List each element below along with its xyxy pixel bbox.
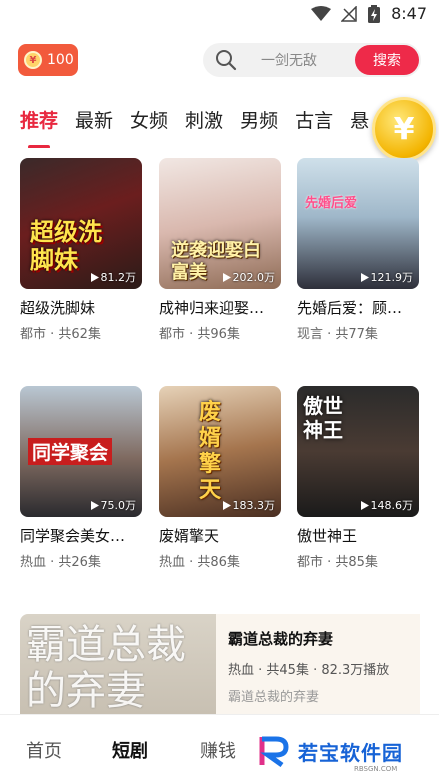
search-icon (216, 50, 237, 71)
search-input[interactable]: 一剑无敌 (261, 50, 355, 70)
drama-card[interactable]: 同学聚会 75.0万 同学聚会美女… 热血 · 共26集 (20, 386, 142, 570)
nav-home[interactable]: 首页 (26, 737, 62, 763)
play-count: 183.3万 (222, 497, 275, 513)
reward-coin-icon[interactable]: ¥ (372, 97, 436, 161)
bottom-nav: 首页 短剧 赚钱 若宝软件园 RBSGN.COM (0, 714, 439, 780)
tab-recommend[interactable]: 推荐 (20, 108, 58, 148)
play-icon (90, 500, 99, 510)
search-bar[interactable]: 一剑无敌 搜索 (203, 43, 421, 77)
featured-drama[interactable]: 霸道总裁的弃妻 霸道总裁的弃妻 热血 · 共45集 · 82.3万播放 霸道总裁… (20, 614, 420, 714)
tab-male[interactable]: 男频 (240, 108, 278, 148)
drama-card[interactable]: 先婚后爱 121.9万 先婚后爱：顾… 现言 · 共77集 (297, 158, 419, 342)
no-signal-icon (341, 5, 357, 22)
search-button[interactable]: 搜索 (355, 45, 419, 75)
watermark-logo-icon (259, 736, 289, 767)
play-count: 148.6万 (360, 497, 413, 513)
coin-balance-badge[interactable]: ¥ 100 (18, 44, 78, 76)
poster-title: 超级洗脚妹 (30, 218, 102, 274)
drama-card[interactable]: 傲世神王 148.6万 傲世神王 都市 · 共85集 (297, 386, 419, 570)
drama-card[interactable]: 废婿擎天 183.3万 废婿擎天 热血 · 共86集 (159, 386, 281, 570)
play-count: 75.0万 (90, 497, 136, 513)
drama-meta: 热血 · 共26集 (20, 555, 101, 570)
watermark: 若宝软件园 RBSGN.COM (258, 735, 403, 773)
status-bar: 8:47 (0, 0, 439, 30)
featured-poster-title: 霸道总裁的弃妻 (26, 622, 186, 714)
watermark-subtext: RBSGN.COM (354, 765, 398, 773)
drama-card[interactable]: 逆袭迎娶白富美 202.0万 成神归来迎娶… 都市 · 共96集 (159, 158, 281, 342)
watermark-text: 若宝软件园 (298, 740, 403, 765)
drama-title[interactable]: 成神归来迎娶… (159, 297, 281, 318)
drama-poster[interactable]: 废婿擎天 183.3万 (159, 386, 281, 517)
featured-meta: 热血 · 共45集 · 82.3万播放 (228, 663, 390, 678)
play-count: 81.2万 (90, 269, 136, 285)
clock: 8:47 (391, 4, 427, 23)
nav-earn[interactable]: 赚钱 (200, 737, 236, 763)
drama-title[interactable]: 傲世神王 (297, 525, 419, 546)
drama-card[interactable]: 超级洗脚妹 81.2万 超级洗脚妹 都市 · 共62集 (20, 158, 142, 342)
poster-title: 傲世神王 (303, 394, 343, 442)
nav-shorts[interactable]: 短剧 (112, 737, 148, 763)
drama-meta: 热血 · 共86集 (159, 555, 240, 570)
play-icon (360, 272, 369, 282)
drama-poster[interactable]: 傲世神王 148.6万 (297, 386, 419, 517)
tab-latest[interactable]: 最新 (75, 108, 113, 148)
drama-title[interactable]: 同学聚会美女… (20, 525, 142, 546)
featured-poster[interactable]: 霸道总裁的弃妻 (20, 614, 216, 714)
coin-count: 100 (47, 52, 74, 68)
poster-title: 同学聚会 (28, 438, 113, 465)
play-icon (360, 500, 369, 510)
drama-title[interactable]: 先婚后爱：顾… (297, 297, 419, 318)
featured-description: 霸道总裁的弃妻 (228, 690, 320, 705)
tab-ancient[interactable]: 古言 (295, 108, 333, 148)
drama-poster[interactable]: 先婚后爱 121.9万 (297, 158, 419, 289)
poster-title: 先婚后爱 (305, 196, 358, 211)
featured-title[interactable]: 霸道总裁的弃妻 (228, 628, 420, 649)
drama-poster[interactable]: 同学聚会 75.0万 (20, 386, 142, 517)
drama-meta: 都市 · 共85集 (297, 555, 378, 570)
tab-suspense[interactable]: 悬 (350, 108, 369, 148)
drama-meta: 现言 · 共77集 (297, 327, 378, 342)
tab-thrill[interactable]: 刺激 (185, 108, 223, 148)
drama-meta: 都市 · 共96集 (159, 327, 240, 342)
wifi-icon (311, 5, 332, 21)
play-icon (90, 272, 99, 282)
poster-title: 废婿擎天 (199, 400, 222, 503)
drama-meta: 都市 · 共62集 (20, 327, 101, 342)
play-count: 202.0万 (222, 269, 275, 285)
drama-title[interactable]: 废婿擎天 (159, 525, 281, 546)
play-count: 121.9万 (360, 269, 413, 285)
play-icon (222, 272, 231, 282)
drama-title[interactable]: 超级洗脚妹 (20, 297, 142, 318)
play-icon (222, 500, 231, 510)
battery-charging-icon (368, 4, 381, 23)
drama-poster[interactable]: 逆袭迎娶白富美 202.0万 (159, 158, 281, 289)
coin-icon: ¥ (24, 51, 42, 69)
tab-female[interactable]: 女频 (130, 108, 168, 148)
drama-poster[interactable]: 超级洗脚妹 81.2万 (20, 158, 142, 289)
